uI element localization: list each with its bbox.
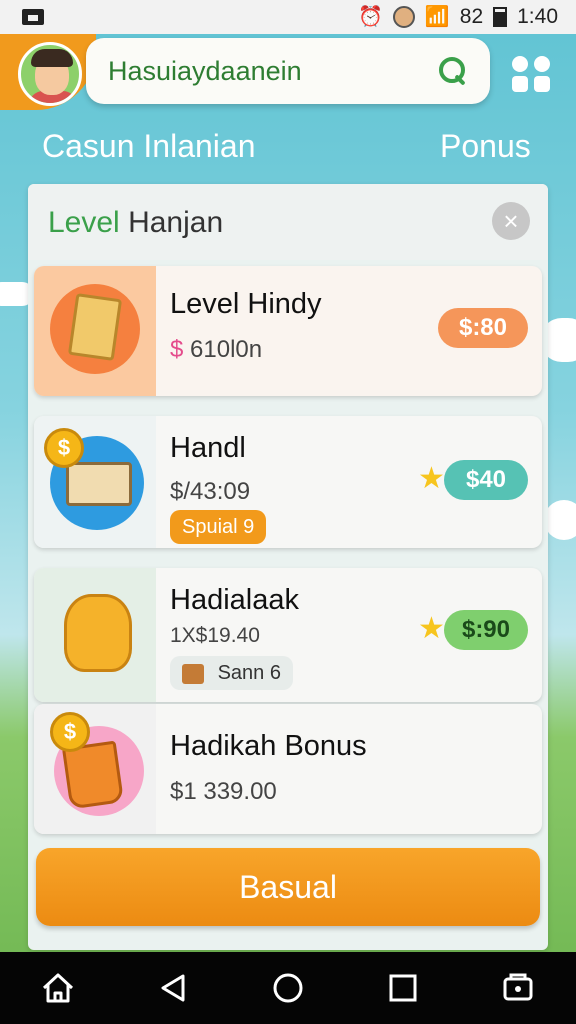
item-thumbnail: [34, 266, 156, 396]
price-pill[interactable]: $40: [444, 460, 528, 500]
home-icon[interactable]: [38, 968, 78, 1008]
panel-header: Level Hanjan ×: [28, 184, 548, 260]
star-icon: ★: [418, 462, 445, 495]
grid-menu-icon[interactable]: [512, 56, 552, 92]
item-price: $/43:09: [170, 478, 251, 505]
item-title: Handl: [170, 432, 246, 464]
price-pill[interactable]: $:80: [438, 308, 528, 348]
item-title: Hadialaak: [170, 584, 299, 616]
box-icon: [182, 663, 204, 684]
item-title: Level Hindy: [170, 288, 322, 320]
sann-badge-label: Sann 6: [217, 662, 281, 684]
screenshot-icon[interactable]: [498, 968, 538, 1008]
cloud-decoration: [544, 500, 576, 540]
panel-title-rest: Hanjan: [128, 206, 224, 239]
coin-icon: $: [50, 712, 90, 752]
system-nav-bar: [0, 952, 576, 1024]
app-header: Hasuiaydaanein: [0, 34, 576, 110]
alarm-icon: ⏰: [357, 6, 383, 28]
tab-bonus[interactable]: Ponus: [440, 128, 531, 165]
mascot-icon: [64, 594, 132, 672]
box-icon: [66, 462, 132, 506]
price-symbol: $: [170, 336, 184, 363]
item-price: 610l0n: [190, 336, 263, 363]
tab-left[interactable]: Casun Inlanian: [42, 128, 255, 165]
panel-title-accent: Level: [48, 206, 120, 239]
document-icon: [67, 293, 123, 361]
special-badge: Spuial 9: [170, 510, 267, 544]
item-price-row: $ 610l0n: [170, 336, 262, 364]
battery-icon: [493, 7, 508, 27]
list-item[interactable]: Level Hindy $ 610l0n $:80: [34, 266, 542, 396]
recents-icon[interactable]: [383, 968, 423, 1008]
item-price: 1X$19.40: [170, 624, 260, 647]
list-item[interactable]: $ Handl $/43:09 Spuial 9 ★ $40: [34, 416, 542, 548]
sann-badge: Sann 6: [170, 656, 293, 690]
primary-action-button[interactable]: Basual: [36, 848, 540, 926]
list-item[interactable]: $ Hadikah Bonus $1 339.00: [34, 704, 542, 834]
status-bar: ⏰ 📶 82 1:40: [0, 0, 576, 34]
search-bar[interactable]: Hasuiaydaanein: [86, 38, 490, 104]
account-icon: [392, 6, 415, 28]
search-icon[interactable]: [438, 56, 468, 86]
notification-icon: [22, 9, 44, 25]
level-panel: Level Hanjan × Level Hindy $ 610l0n $:80…: [28, 184, 548, 950]
star-icon: ★: [418, 612, 445, 645]
item-price: $1 339.00: [170, 778, 277, 805]
circle-home-icon[interactable]: [268, 968, 308, 1008]
list-item[interactable]: Hadialaak 1X$19.40 Sann 6 ★ $:90: [34, 568, 542, 702]
item-thumbnail: $: [34, 704, 156, 834]
coin-icon: $: [44, 428, 84, 468]
search-input[interactable]: Hasuiaydaanein: [108, 56, 438, 87]
price-pill[interactable]: $:90: [444, 610, 528, 650]
item-title: Hadikah Bonus: [170, 730, 367, 762]
back-icon[interactable]: [153, 968, 193, 1008]
panel-title: Level Hanjan: [48, 206, 223, 240]
battery-level: 82: [459, 5, 484, 28]
clock: 1:40: [517, 5, 558, 28]
avatar[interactable]: [18, 42, 82, 106]
wifi-icon: 📶: [424, 6, 450, 28]
close-button[interactable]: ×: [492, 202, 530, 240]
item-thumbnail: [34, 568, 156, 702]
status-icons: ⏰ 📶 82 1:40: [358, 5, 558, 29]
item-thumbnail: $: [34, 416, 156, 548]
